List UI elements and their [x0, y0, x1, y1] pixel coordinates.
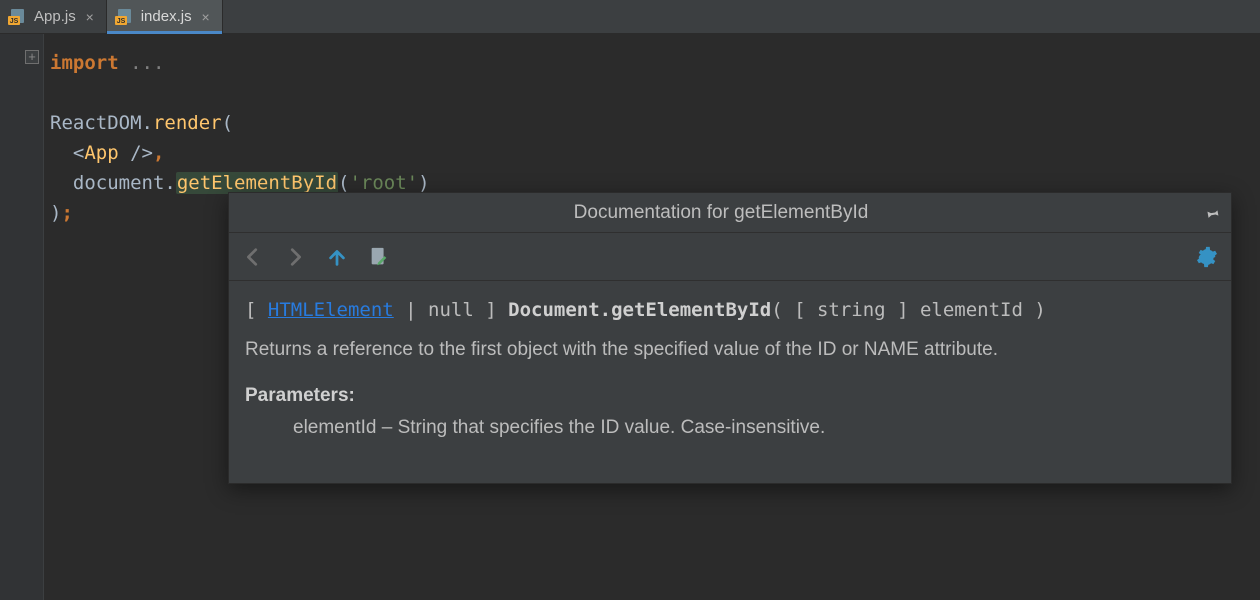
gutter: +	[0, 34, 44, 600]
sig-text: [	[245, 299, 268, 321]
pin-icon[interactable]	[1203, 204, 1221, 222]
doc-signature: [ HTMLElement | null ] Document.getEleme…	[245, 295, 1215, 325]
code-token: render	[153, 112, 222, 134]
code-token: import	[50, 52, 119, 74]
js-file-icon: JS	[115, 9, 133, 25]
doc-title: Documentation for getElementById	[239, 202, 1203, 224]
up-arrow-icon[interactable]	[325, 245, 349, 269]
close-icon[interactable]: ×	[200, 11, 212, 23]
documentation-popup: Documentation for getElementById	[228, 192, 1232, 484]
js-file-icon: JS	[8, 9, 26, 25]
tab-bar: JS App.js × JS index.js ×	[0, 0, 1260, 34]
fold-expand-icon[interactable]: +	[25, 50, 39, 64]
doc-toolbar	[229, 233, 1231, 281]
type-link-htmlelement[interactable]: HTMLElement	[268, 299, 394, 321]
sig-text: | null ]	[394, 299, 508, 321]
tab-app-js[interactable]: JS App.js ×	[0, 0, 107, 33]
code-token: ReactDOM	[50, 112, 142, 134]
tab-label: App.js	[34, 8, 76, 25]
close-icon[interactable]: ×	[84, 11, 96, 23]
code-token: 'root'	[349, 172, 418, 194]
sig-text: ( [ string ] elementId )	[771, 299, 1046, 321]
code-token: document	[73, 172, 165, 194]
code-token: ...	[130, 52, 164, 74]
tab-index-js[interactable]: JS index.js ×	[107, 0, 223, 33]
doc-parameters-heading: Parameters:	[245, 381, 1215, 411]
sig-method-name: Document.getElementById	[508, 299, 771, 321]
svg-text:JS: JS	[10, 18, 19, 25]
doc-parameter: elementId – String that specifies the ID…	[245, 413, 1215, 443]
forward-icon[interactable]	[283, 245, 307, 269]
tab-label: index.js	[141, 8, 192, 25]
svg-text:JS: JS	[116, 18, 125, 25]
doc-description: Returns a reference to the first object …	[245, 335, 1205, 365]
code-token: App	[84, 142, 118, 164]
doc-titlebar: Documentation for getElementById	[229, 193, 1231, 233]
back-icon[interactable]	[241, 245, 265, 269]
code-token: getElementById	[176, 172, 338, 194]
gear-icon[interactable]	[1195, 245, 1219, 269]
doc-body: [ HTMLElement | null ] Document.getEleme…	[229, 281, 1231, 483]
edit-source-icon[interactable]	[367, 245, 391, 269]
editor: + import ... ReactDOM.render( <App />, d…	[0, 34, 1260, 600]
